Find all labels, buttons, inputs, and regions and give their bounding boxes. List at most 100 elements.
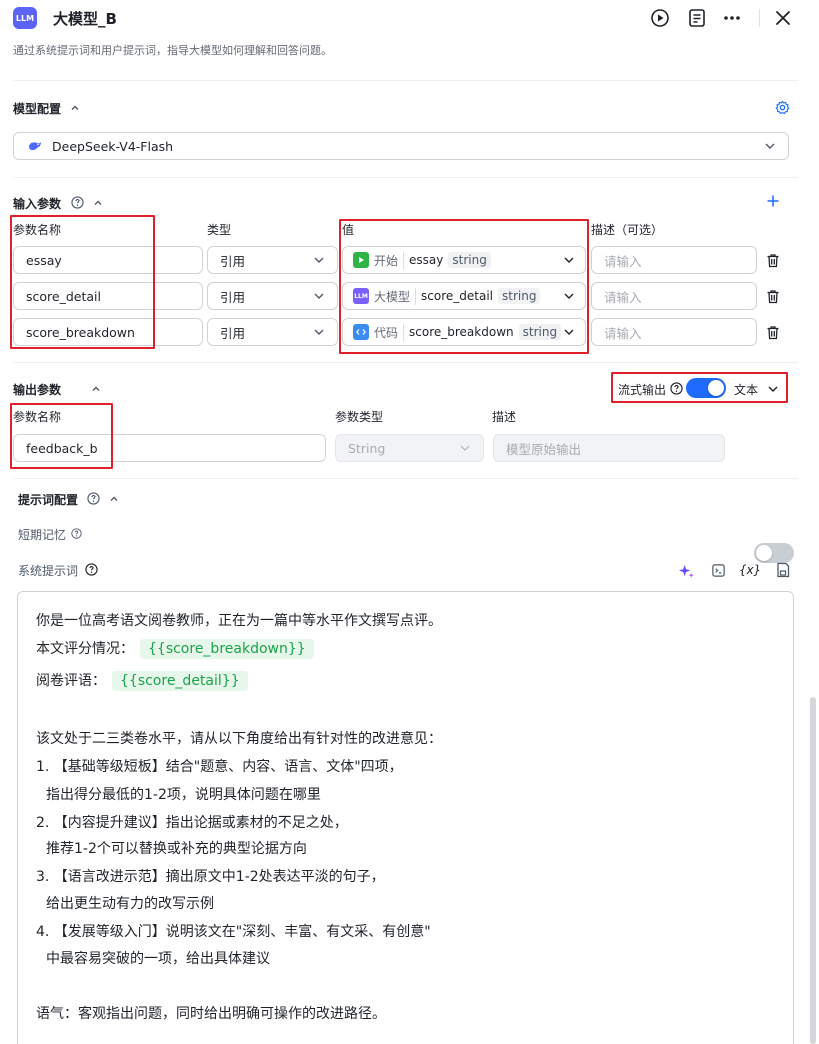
divider — [13, 177, 798, 178]
divider — [13, 80, 798, 81]
chevron-up-icon[interactable] — [92, 197, 104, 209]
chevron-down-icon — [313, 254, 325, 266]
help-icon[interactable] — [669, 381, 683, 395]
param-name-value: score_detail — [26, 288, 101, 304]
value-select[interactable]: 开始 essay string — [342, 246, 586, 274]
help-icon[interactable] — [70, 195, 84, 209]
prompt-line: 该文处于二三类卷水平，请从以下角度给出有针对性的改进意见： — [36, 731, 442, 747]
save-icon[interactable] — [775, 561, 791, 579]
model-name: DeepSeek-V4-Flash — [52, 138, 174, 154]
chevron-down-icon[interactable] — [766, 382, 780, 396]
settings-icon[interactable] — [774, 99, 790, 115]
chevron-up-icon[interactable] — [108, 493, 120, 505]
source-label: 代码 — [374, 323, 405, 341]
prompt-line: 推荐1-2个可以替换或补充的典型论据方向 — [46, 841, 307, 857]
more-icon[interactable] — [721, 7, 743, 29]
model-select[interactable]: DeepSeek-V4-Flash — [13, 132, 789, 160]
desc-input[interactable]: 请输入 — [591, 246, 757, 274]
stream-output-label: 流式输出 — [618, 383, 667, 397]
var-type: string — [498, 288, 541, 304]
prompt-line: 3. 【语言改进示范】摘出原文中1-2处表达平淡的句子， — [36, 869, 385, 885]
node-description: 通过系统提示词和用户提示词，指导大模型如何理解和回答问题。 — [13, 44, 332, 57]
output-desc-input: 模型原始输出 — [493, 434, 725, 462]
desc-input[interactable]: 请输入 — [591, 318, 757, 346]
output-format-label[interactable]: 文本 — [734, 381, 758, 398]
type-value: 引用 — [220, 325, 246, 341]
prompt-text: 本文评分情况： — [36, 641, 134, 657]
param-name-input[interactable]: essay — [13, 246, 203, 274]
col-value: 值 — [342, 223, 355, 237]
code-icon — [353, 324, 369, 340]
ai-sparkle-icon[interactable] — [677, 562, 695, 580]
prompt-line: 4. 【发展等级入门】说明该文在"深刻、丰富、有文采、有创意" — [36, 924, 431, 940]
divider — [13, 478, 798, 479]
node-title[interactable]: 大模型_B — [53, 8, 117, 29]
col-desc: 描述 — [492, 410, 517, 424]
prompt-line: 本文评分情况： {{score_breakdown}} — [36, 638, 314, 659]
source-label: 大模型 — [374, 287, 417, 305]
template-icon[interactable] — [710, 562, 726, 578]
output-type-select: String — [335, 434, 484, 462]
var-name: score_breakdown — [409, 325, 514, 339]
param-name-input[interactable]: score_breakdown — [13, 318, 203, 346]
deepseek-icon — [28, 139, 42, 153]
var-type: string — [518, 324, 562, 340]
desc-placeholder: 请输入 — [604, 253, 642, 269]
model-config-title: 模型配置 — [13, 102, 62, 116]
chevron-down-icon — [313, 290, 325, 302]
short-memory-toggle[interactable] — [754, 543, 794, 563]
prompt-line: 2. 【内容提升建议】指出论据或素材的不足之处， — [36, 815, 348, 831]
var-name: score_detail — [421, 289, 493, 303]
run-icon[interactable] — [649, 7, 671, 29]
type-select[interactable]: 引用 — [207, 282, 338, 310]
chevron-up-icon[interactable] — [69, 102, 81, 114]
prompt-line: 1. 【基础等级短板】结合"题意、内容、语言、文体"四项， — [36, 759, 403, 775]
chevron-down-icon — [764, 140, 776, 152]
variable-chip[interactable]: {{score_detail}} — [112, 671, 248, 691]
prompt-line: 语气：客观指出问题，同时给出明确可操作的改进路径。 — [36, 1006, 386, 1022]
value-select[interactable]: LLM 大模型 score_detail string — [342, 282, 586, 310]
close-icon[interactable] — [772, 7, 794, 29]
input-params-title: 输入参数 — [13, 197, 62, 211]
type-value: 引用 — [220, 289, 246, 305]
prompt-line: 给出更生动有力的改写示例 — [46, 896, 214, 912]
trash-icon[interactable] — [765, 252, 781, 268]
trash-icon[interactable] — [765, 288, 781, 304]
system-prompt-editor[interactable]: 你是一位高考语文阅卷教师，正在为一篇中等水平作文撰写点评。 本文评分情况： {{s… — [17, 591, 794, 1044]
prompt-line: 指出得分最低的1-2项，说明具体问题在哪里 — [46, 787, 321, 803]
type-select[interactable]: 引用 — [207, 318, 338, 346]
stream-output-toggle[interactable] — [686, 378, 726, 398]
prompt-line: 你是一位高考语文阅卷教师，正在为一篇中等水平作文撰写点评。 — [36, 613, 442, 629]
chevron-down-icon — [563, 254, 575, 266]
chevron-down-icon — [313, 326, 325, 338]
var-name: essay — [409, 253, 444, 267]
variable-chip[interactable]: {{score_breakdown}} — [140, 639, 314, 659]
add-param-icon[interactable] — [765, 193, 781, 209]
var-type: string — [448, 252, 491, 268]
help-icon[interactable] — [86, 491, 100, 505]
type-select[interactable]: 引用 — [207, 246, 338, 274]
prompt-line: 中最容易突破的一项，给出具体建议 — [46, 951, 270, 967]
header-separator — [759, 9, 760, 27]
chevron-up-icon[interactable] — [90, 383, 102, 395]
source-label: 开始 — [374, 251, 405, 269]
scrollbar[interactable] — [810, 697, 816, 1044]
param-name-value: score_breakdown — [26, 324, 135, 340]
help-icon[interactable] — [84, 562, 98, 576]
output-desc-placeholder: 模型原始输出 — [506, 441, 582, 457]
notes-icon[interactable] — [686, 7, 708, 29]
variable-icon[interactable]: {x} — [739, 562, 761, 578]
param-name-input[interactable]: score_detail — [13, 282, 203, 310]
prompt-text: 阅卷评语： — [36, 673, 106, 689]
chevron-down-icon — [563, 290, 575, 302]
trash-icon[interactable] — [765, 324, 781, 340]
value-tag: LLM 大模型 score_detail string — [353, 287, 541, 305]
desc-input[interactable]: 请输入 — [591, 282, 757, 310]
short-memory-label: 短期记忆 — [18, 528, 67, 542]
value-select[interactable]: 代码 score_breakdown string — [342, 318, 586, 346]
output-name-input[interactable]: feedback_b — [13, 434, 326, 462]
llm-icon: LLM — [353, 288, 369, 304]
col-desc: 描述（可选） — [591, 223, 664, 237]
help-icon[interactable] — [70, 527, 82, 539]
type-value: 引用 — [220, 253, 246, 269]
